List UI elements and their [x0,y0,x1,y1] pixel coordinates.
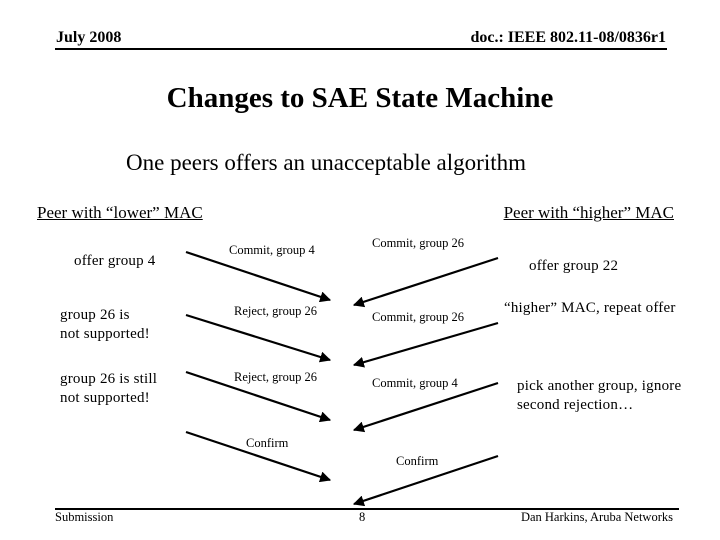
message-arrows [185,250,499,507]
arrow-commit-group-26-second [352,321,499,368]
footer-submission: Submission [55,510,114,524]
arrow-confirm-higher [352,454,499,507]
arrow-confirm-lower [185,430,332,483]
arrow-commit-group-26-first [352,256,499,308]
arrow-commit-group-4 [185,250,332,303]
arrow-reject-group-26-second [185,370,332,423]
page-number: 8 [359,510,366,524]
footer-author: Dan Harkins, Aruba Networks [520,510,673,524]
arrow-commit-group-4-higher [352,381,499,433]
arrow-reject-group-26-first [185,313,332,363]
